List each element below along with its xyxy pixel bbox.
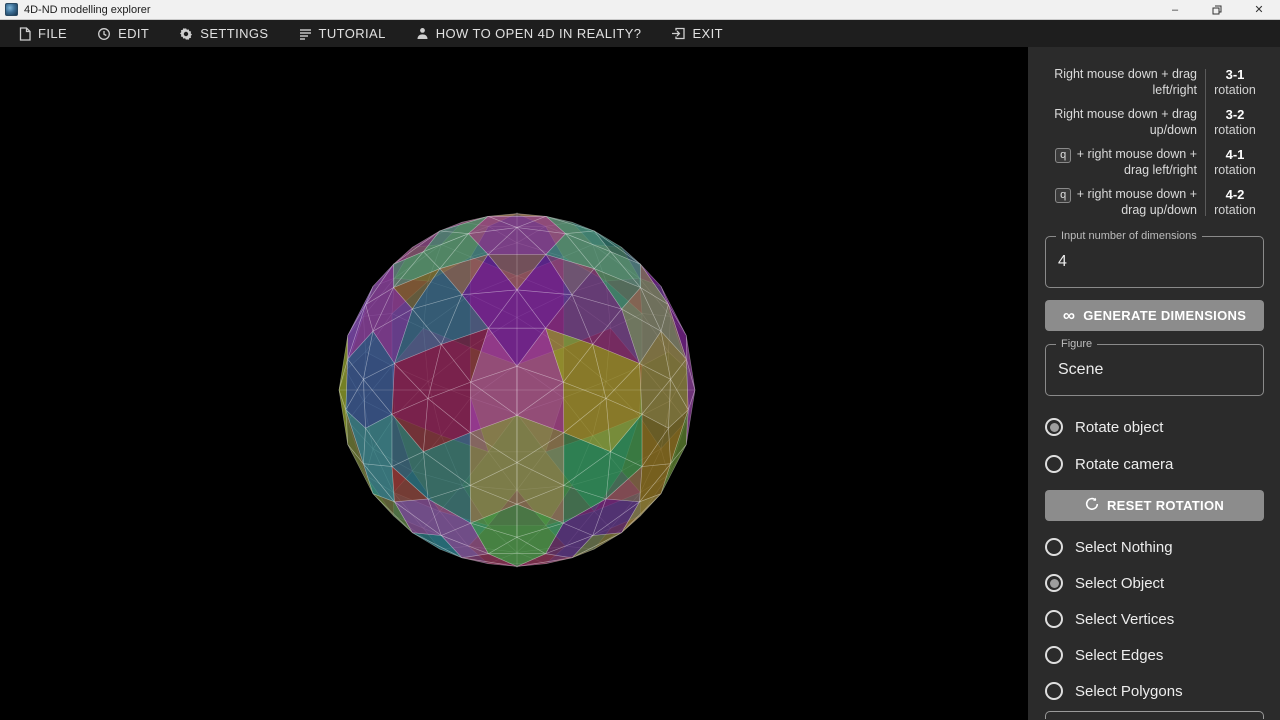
radio-select-nothing[interactable]: Select Nothing [1045, 537, 1264, 557]
sidebar-panel: Right mouse down + drag left/right Right… [1028, 47, 1280, 720]
person-icon [416, 27, 429, 40]
reset-icon [1085, 497, 1099, 514]
viewport-canvas[interactable] [0, 47, 1028, 720]
menu-tutorial[interactable]: TUTORIAL [284, 20, 401, 47]
reset-rotation-button[interactable]: RESET ROTATION [1045, 490, 1264, 521]
dimensions-input[interactable]: Input number of dimensions 4 [1045, 236, 1264, 288]
menubar: FILE EDIT SETTINGS TUTORIAL [0, 20, 1280, 47]
menu-settings-label: SETTINGS [200, 26, 268, 41]
radio-rotate-object-label: Rotate object [1075, 419, 1163, 436]
app-icon [5, 3, 18, 16]
shortcut-action: 3-2rotation [1206, 107, 1264, 138]
radio-circle [1045, 574, 1063, 592]
menu-file[interactable]: FILE [4, 20, 82, 47]
radio-circle [1045, 682, 1063, 700]
dimensions-input-label: Input number of dimensions [1056, 230, 1202, 242]
radio-select-edges[interactable]: Select Edges [1045, 645, 1264, 665]
reset-rotation-label: RESET ROTATION [1107, 498, 1224, 513]
shortcut-keys: Right mouse down + drag left/right [1045, 67, 1197, 98]
q-keycap: q [1055, 188, 1071, 203]
titlebar: 4D-ND modelling explorer – ✕ [0, 0, 1280, 20]
shortcut-action: 4-1rotation [1206, 147, 1264, 178]
maximize-icon [1212, 5, 1222, 15]
figure-input-label: Figure [1056, 338, 1097, 350]
exit-icon [671, 27, 685, 40]
menu-file-label: FILE [38, 26, 67, 41]
radio-select-vertices-label: Select Vertices [1075, 611, 1174, 628]
shortcut-keys: q + right mouse down + drag up/down [1045, 187, 1197, 218]
radio-circle [1045, 418, 1063, 436]
radio-circle [1045, 646, 1063, 664]
radio-select-polygons-label: Select Polygons [1075, 683, 1183, 700]
list-icon [299, 28, 312, 40]
menu-tutorial-label: TUTORIAL [319, 26, 386, 41]
menu-exit[interactable]: EXIT [656, 20, 738, 47]
generate-dimensions-button[interactable]: ∞ GENERATE DIMENSIONS [1045, 300, 1264, 331]
shortcut-action: 4-2rotation [1206, 187, 1264, 218]
menu-exit-label: EXIT [692, 26, 723, 41]
menu-how-to-open-4d[interactable]: HOW TO OPEN 4D IN REALITY? [401, 20, 657, 47]
radio-circle [1045, 455, 1063, 473]
q-keycap: q [1055, 148, 1071, 163]
radio-circle [1045, 610, 1063, 628]
generate-dimensions-label: GENERATE DIMENSIONS [1083, 308, 1246, 323]
dimensions-input-value: 4 [1058, 253, 1067, 271]
radio-select-object[interactable]: Select Object [1045, 573, 1264, 593]
figure-input-value: Scene [1058, 361, 1103, 379]
shortcut-actions-column: 3-1rotation 3-2rotation 4-1rotation 4-2r… [1206, 67, 1264, 218]
menu-edit-label: EDIT [118, 26, 149, 41]
radio-rotate-camera-label: Rotate camera [1075, 456, 1173, 473]
figure-input[interactable]: Figure Scene [1045, 344, 1264, 396]
shortcut-help: Right mouse down + drag left/right Right… [1045, 67, 1264, 218]
menu-settings[interactable]: SETTINGS [164, 20, 283, 47]
radio-select-polygons[interactable]: Select Polygons [1045, 681, 1264, 701]
partially-visible-control[interactable] [1045, 711, 1264, 719]
radio-select-edges-label: Select Edges [1075, 647, 1163, 664]
radio-select-vertices[interactable]: Select Vertices [1045, 609, 1264, 629]
menu-how-to-label: HOW TO OPEN 4D IN REALITY? [436, 26, 642, 41]
infinity-icon: ∞ [1063, 307, 1075, 324]
shortcut-action: 3-1rotation [1206, 67, 1264, 98]
window-title: 4D-ND modelling explorer [24, 4, 151, 16]
radio-select-object-label: Select Object [1075, 575, 1164, 592]
radio-rotate-object[interactable]: Rotate object [1045, 417, 1264, 437]
file-icon [19, 27, 31, 41]
shortcut-keys: Right mouse down + drag up/down [1045, 107, 1197, 138]
radio-select-nothing-label: Select Nothing [1075, 539, 1173, 556]
maximize-button[interactable] [1196, 0, 1238, 20]
gear-icon [179, 27, 193, 41]
radio-rotate-camera[interactable]: Rotate camera [1045, 454, 1264, 474]
minimize-button[interactable]: – [1154, 0, 1196, 20]
polytope-figure [0, 47, 1028, 720]
radio-circle [1045, 538, 1063, 556]
close-button[interactable]: ✕ [1238, 0, 1280, 20]
window-controls: – ✕ [1154, 0, 1280, 20]
shortcut-keys: q + right mouse down + drag left/right [1045, 147, 1197, 178]
app-window: 4D-ND modelling explorer – ✕ FILE EDIT [0, 0, 1280, 720]
history-icon [97, 27, 111, 41]
shortcut-keys-column: Right mouse down + drag left/right Right… [1045, 67, 1197, 218]
menu-edit[interactable]: EDIT [82, 20, 164, 47]
